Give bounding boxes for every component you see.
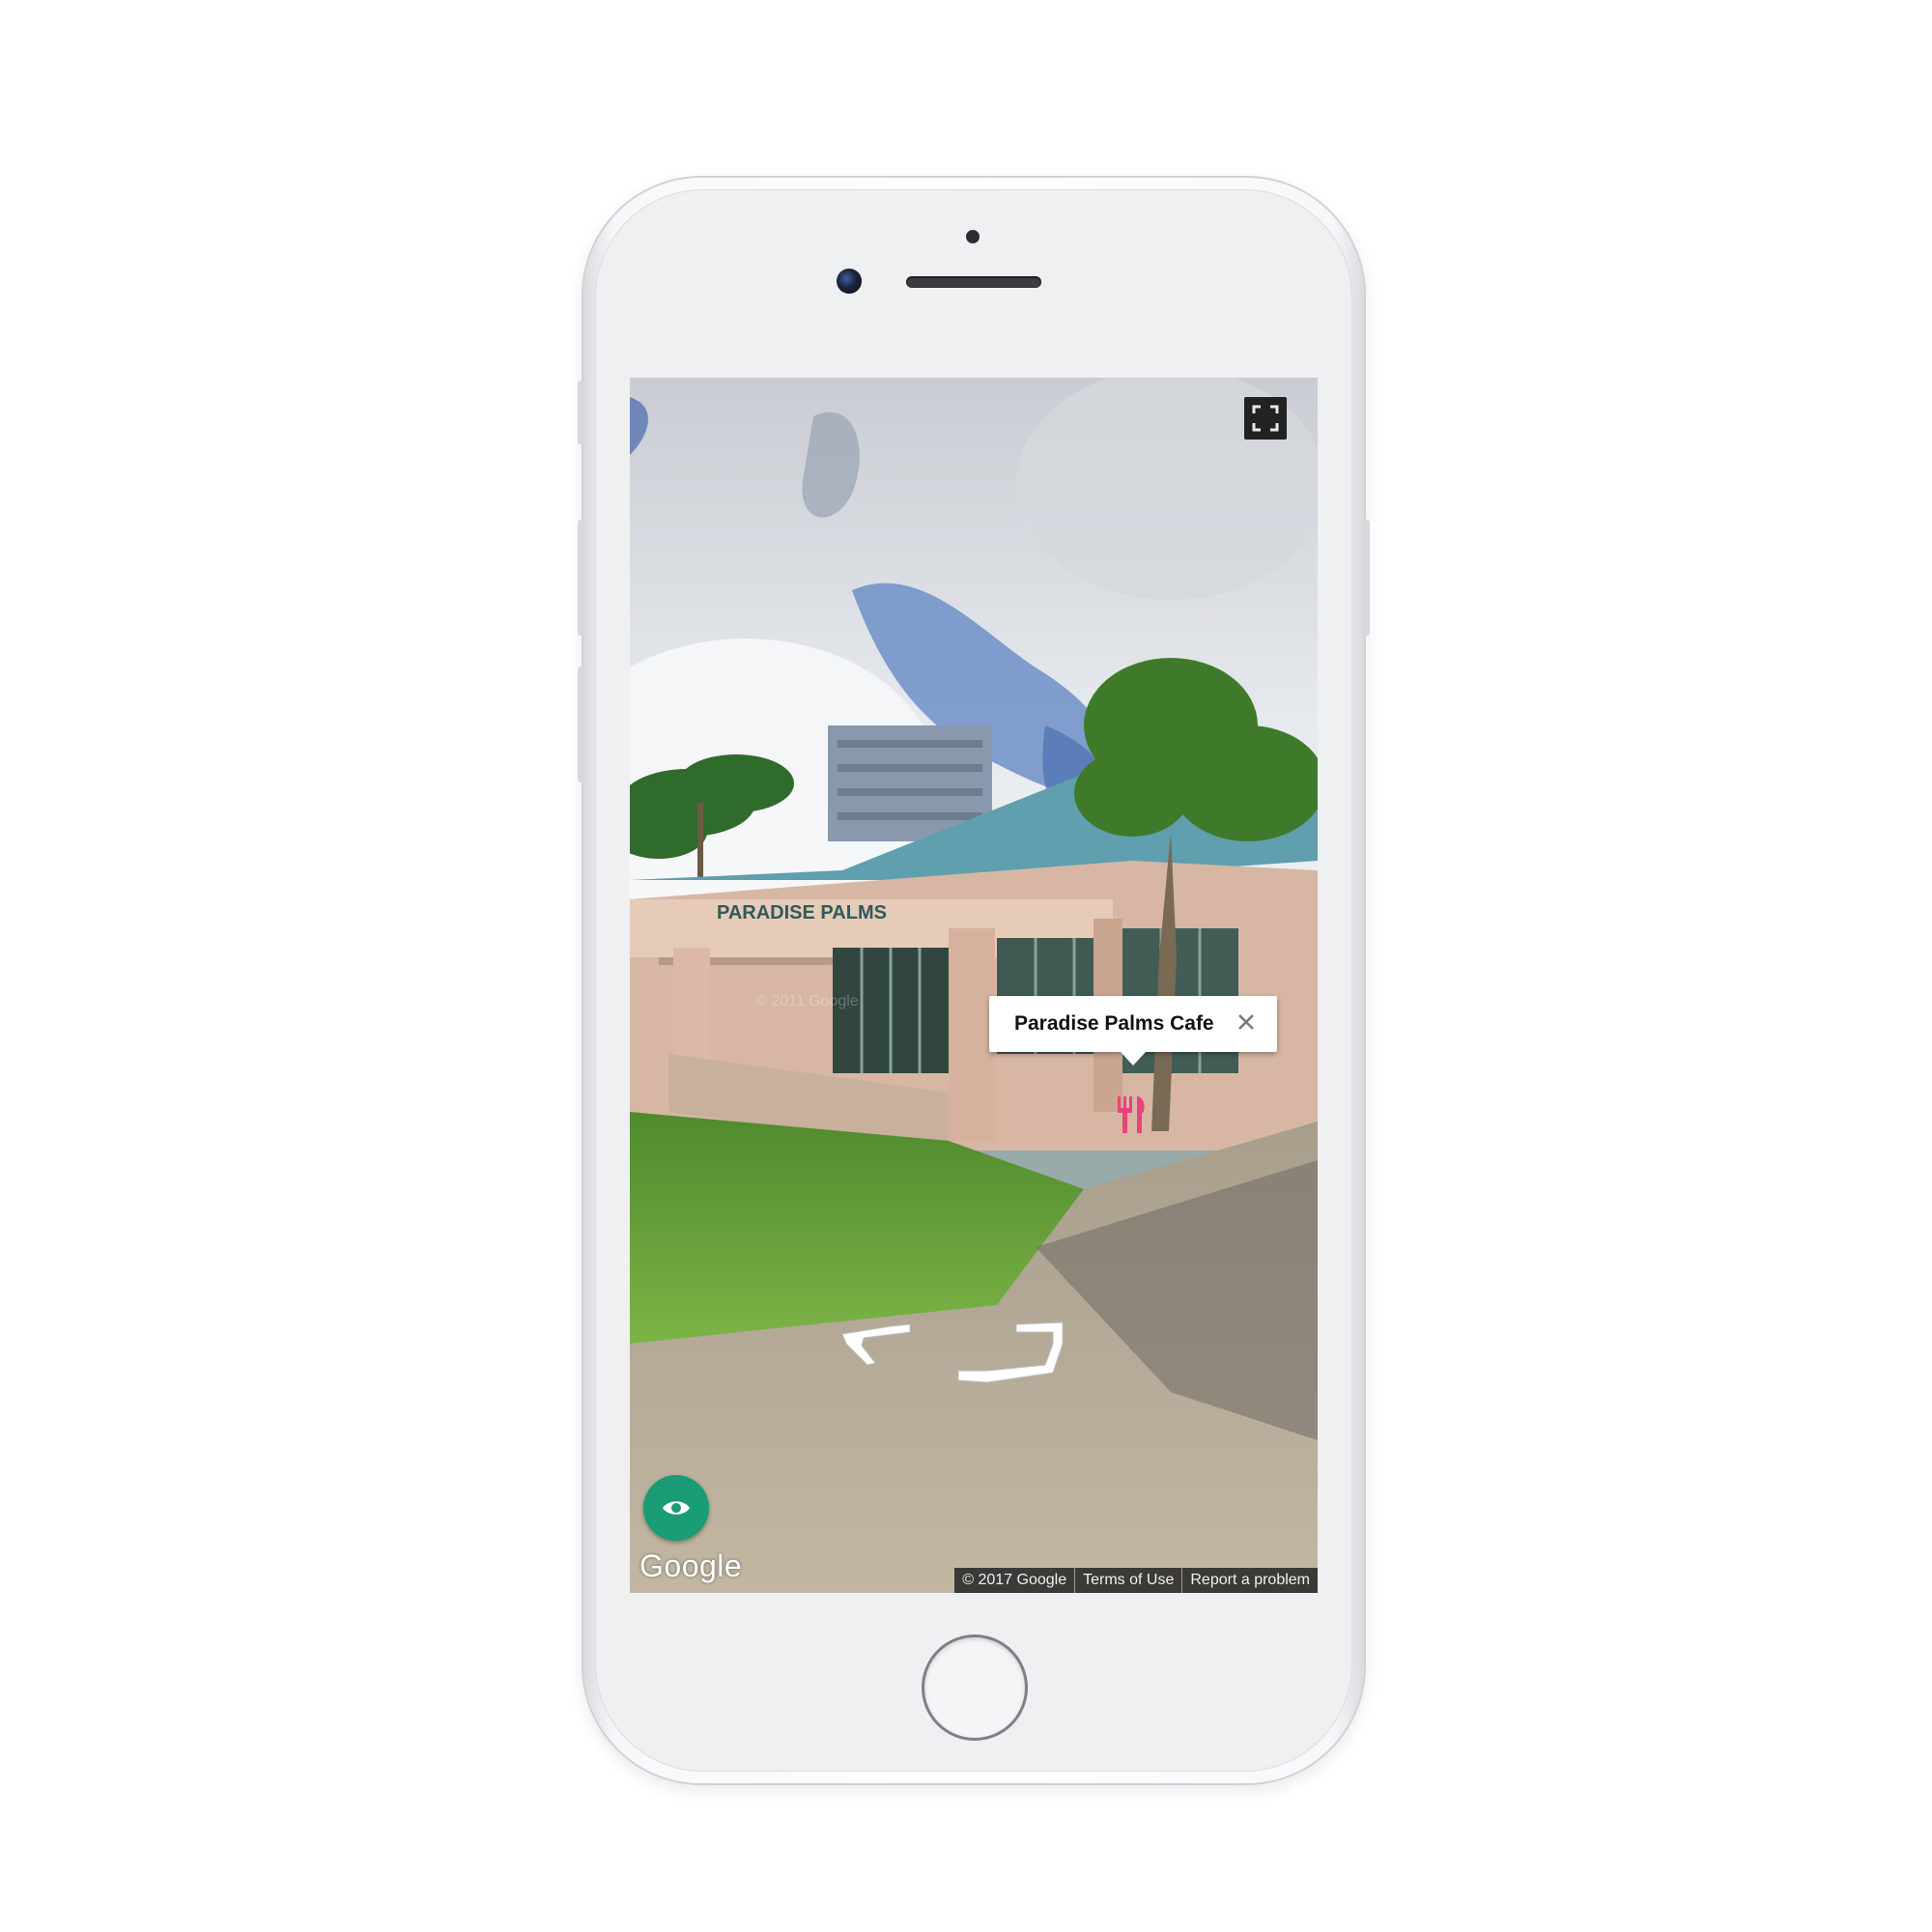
eye-button[interactable] (643, 1475, 709, 1541)
mute-switch (578, 381, 584, 444)
restaurant-icon[interactable] (1113, 1093, 1151, 1135)
building-sign: PARADISE PALMS (717, 902, 887, 923)
home-button[interactable] (922, 1634, 1028, 1741)
map-attribution-bar: © 2017 Google Terms of Use Report a prob… (954, 1568, 1318, 1593)
copyright-text: © 2017 Google (962, 1572, 1067, 1588)
google-logo: Google (639, 1548, 743, 1583)
volume-down-button (578, 667, 584, 782)
front-camera-icon (837, 269, 862, 294)
poi-title: Paradise Palms Cafe (1014, 1012, 1214, 1035)
navigation-arrows-icon[interactable] (823, 1286, 1113, 1392)
eye-icon (663, 1501, 690, 1515)
fullscreen-button[interactable] (1244, 397, 1287, 440)
copyright-watermark: © 2011 Google (755, 993, 859, 1009)
power-button (1363, 520, 1370, 636)
terms-of-use-link[interactable]: Terms of Use (1074, 1568, 1181, 1593)
street-view-panorama[interactable]: PARADISE PALMS © 2011 Google (630, 378, 1318, 1593)
report-problem-link[interactable]: Report a problem (1181, 1568, 1318, 1593)
close-icon[interactable] (1233, 1009, 1260, 1036)
volume-up-button (578, 520, 584, 636)
fullscreen-icon (1252, 405, 1279, 432)
proximity-sensor (966, 230, 980, 243)
poi-info-window[interactable]: Paradise Palms Cafe (989, 996, 1277, 1065)
earpiece-speaker (906, 276, 1041, 288)
street-view-screen[interactable]: PARADISE PALMS © 2011 Google Paradise Pa… (630, 378, 1318, 1593)
